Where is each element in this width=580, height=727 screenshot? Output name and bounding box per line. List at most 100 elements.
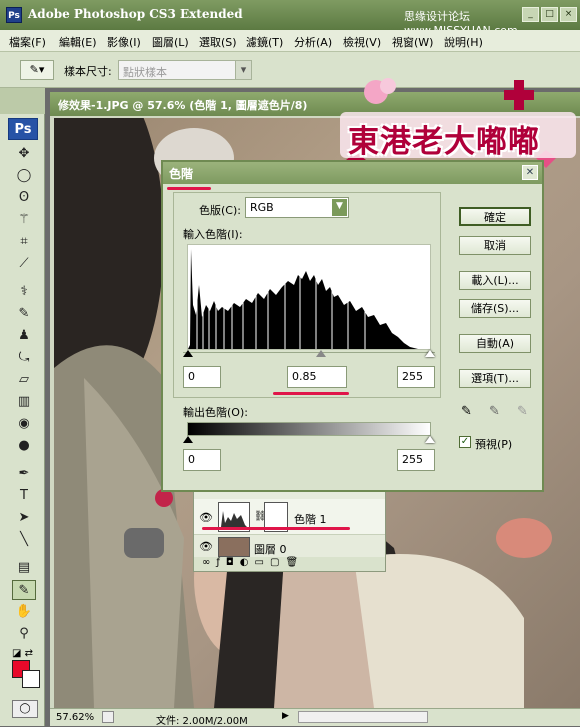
minimize-button[interactable]: _ (522, 7, 539, 22)
levels-dialog: 色階 色版(C): RGB ▼ 輸入色階(I): 0 0.85 255 輸出色階… (161, 160, 544, 492)
add-mask-icon[interactable]: ◘ (226, 557, 240, 568)
menu-view[interactable]: 檢視(V) (343, 34, 381, 50)
gamma-underline (273, 392, 349, 395)
photoshop-logo-button[interactable]: Ps (8, 118, 38, 140)
status-info-icon[interactable] (102, 711, 114, 723)
notes-tool-icon[interactable]: ▤ (12, 558, 36, 578)
histogram (187, 244, 431, 350)
document-title: 修效果-1.JPG @ 57.6% (色階 1, 圖層遮色片/8) (58, 99, 308, 112)
output-black-field[interactable]: 0 (183, 449, 221, 471)
auto-button[interactable]: 自動(A) (459, 334, 531, 353)
hand-tool-icon[interactable]: ✋ (12, 602, 36, 622)
slice-tool-icon[interactable]: ⟋ (12, 254, 36, 274)
brush-tool-icon[interactable]: ✎ (12, 304, 36, 324)
swap-colors-icon[interactable]: ◪ ⇄ (12, 648, 33, 659)
horizontal-scrollbar[interactable] (298, 711, 428, 723)
options-button[interactable]: 選項(T)... (459, 369, 531, 388)
trash-icon[interactable]: 🗑 (285, 557, 304, 568)
output-gradient (187, 422, 431, 436)
clone-stamp-icon[interactable]: ♟ (12, 326, 36, 346)
channel-value: RGB (250, 201, 274, 214)
chevron-down-icon: ▼ (332, 199, 347, 216)
move-tool-icon[interactable]: ✥ (12, 144, 36, 164)
output-black-slider[interactable] (183, 436, 193, 443)
eyedropper-preset-button[interactable]: ✎▾ (20, 60, 54, 80)
input-gamma-slider[interactable] (316, 350, 326, 357)
maximize-button[interactable]: □ (541, 7, 558, 22)
line-tool-icon[interactable]: ╲ (12, 530, 36, 550)
preview-label: 預視(P) (475, 438, 513, 451)
zoom-tool-icon[interactable]: ⚲ (12, 624, 36, 644)
load-button[interactable]: 載入(L)... (459, 271, 531, 290)
preview-checkbox[interactable]: ✓ (459, 436, 471, 448)
background-color-swatch[interactable] (22, 670, 40, 688)
toolbox: Ps ✥ ◯ ʘ ⚚ ⌗ ⟋ ⚕ ✎ ♟ ⤿ ▱ ▥ ◉ ● ✒ T ➤ ╲ ▤… (0, 88, 45, 726)
healing-brush-icon[interactable]: ⚕ (12, 282, 36, 302)
ok-button[interactable]: 確定 (459, 207, 531, 226)
sample-size-label: 樣本尺寸: (64, 65, 112, 78)
marquee-tool-icon[interactable]: ◯ (12, 166, 36, 186)
black-eyedropper-icon[interactable]: ✎ (461, 404, 472, 419)
sample-size-select[interactable]: 點狀樣本 ▾ (118, 60, 252, 80)
crop-tool-icon[interactable]: ⌗ (12, 232, 36, 252)
close-button[interactable]: × (560, 7, 577, 22)
input-white-field[interactable]: 255 (397, 366, 435, 388)
levels-title-bar[interactable]: 色階 (163, 162, 542, 184)
status-bar: 57.62% 文件: 2.00M/2.00M ▶ (50, 708, 580, 727)
input-gamma-field[interactable]: 0.85 (287, 366, 347, 388)
gray-eyedropper-icon[interactable]: ✎ (489, 404, 500, 419)
toolbox-header[interactable] (0, 88, 45, 114)
output-white-slider[interactable] (425, 436, 435, 443)
eyedropper-tool-icon[interactable]: ✎ (12, 580, 36, 600)
layers-footer-toolbar: ∞ƒ◘◐▭▢🗑 (194, 557, 385, 571)
input-levels-label: 輸入色階(I): (183, 228, 243, 241)
magic-wand-tool-icon[interactable]: ⚚ (12, 210, 36, 230)
dodge-tool-icon[interactable]: ● (12, 436, 36, 456)
eyedropper-icon: ✎▾ (29, 63, 45, 76)
new-group-icon[interactable]: ▭ (255, 557, 270, 568)
quick-mask-icon[interactable]: ◯ (12, 700, 38, 718)
menu-help[interactable]: 說明(H) (444, 34, 483, 50)
adjustment-layer-icon[interactable]: ◐ (240, 557, 255, 568)
zoom-level[interactable]: 57.62% (56, 712, 94, 723)
type-tool-icon[interactable]: T (12, 486, 36, 506)
close-icon[interactable]: ✕ (522, 165, 538, 180)
menu-window[interactable]: 視窗(W) (392, 34, 433, 50)
menu-image[interactable]: 影像(I) (107, 34, 141, 50)
title-underline (167, 187, 211, 190)
menu-edit[interactable]: 編輯(E) (59, 34, 97, 50)
input-white-slider[interactable] (425, 350, 435, 357)
link-layers-icon[interactable]: ∞ (202, 557, 216, 568)
input-black-field[interactable]: 0 (183, 366, 221, 388)
output-levels-label: 輸出色階(O): (183, 406, 248, 419)
sample-size-value: 點狀樣本 (123, 66, 167, 79)
cancel-button[interactable]: 取消 (459, 236, 531, 255)
channel-select[interactable]: RGB ▼ (245, 197, 349, 218)
watermark-logo: 東港老大嘟嘟 (336, 72, 580, 174)
lasso-tool-icon[interactable]: ʘ (12, 188, 36, 208)
status-menu-arrow-icon[interactable]: ▶ (282, 711, 292, 723)
save-button[interactable]: 儲存(S)... (459, 299, 531, 318)
output-white-field[interactable]: 255 (397, 449, 435, 471)
menu-filter[interactable]: 濾鏡(T) (246, 34, 283, 50)
white-eyedropper-icon[interactable]: ✎ (517, 404, 528, 419)
photoshop-app-icon: Ps (6, 7, 22, 23)
menu-layer[interactable]: 圖層(L) (152, 34, 189, 50)
pen-tool-icon[interactable]: ✒ (12, 464, 36, 484)
layer-row[interactable]: 👁 圖層 0 (194, 537, 385, 557)
menu-file[interactable]: 檔案(F) (9, 34, 46, 50)
gradient-tool-icon[interactable]: ▥ (12, 392, 36, 412)
history-brush-icon[interactable]: ⤿ (12, 348, 36, 368)
app-title-bar: Ps Adobe Photoshop CS3 Extended 思缘设计论坛 w… (0, 0, 580, 37)
menu-analysis[interactable]: 分析(A) (294, 34, 332, 50)
fx-icon[interactable]: ƒ (216, 557, 226, 568)
eye-visibility-icon[interactable]: 👁 (199, 511, 213, 524)
path-selection-icon[interactable]: ➤ (12, 508, 36, 528)
eye-visibility-icon[interactable]: 👁 (199, 540, 213, 553)
blur-tool-icon[interactable]: ◉ (12, 414, 36, 434)
new-layer-icon[interactable]: ▢ (270, 557, 285, 568)
menu-select[interactable]: 選取(S) (199, 34, 237, 50)
eraser-tool-icon[interactable]: ▱ (12, 370, 36, 390)
photo-layer-thumbnail (218, 537, 250, 557)
input-black-slider[interactable] (183, 350, 193, 357)
